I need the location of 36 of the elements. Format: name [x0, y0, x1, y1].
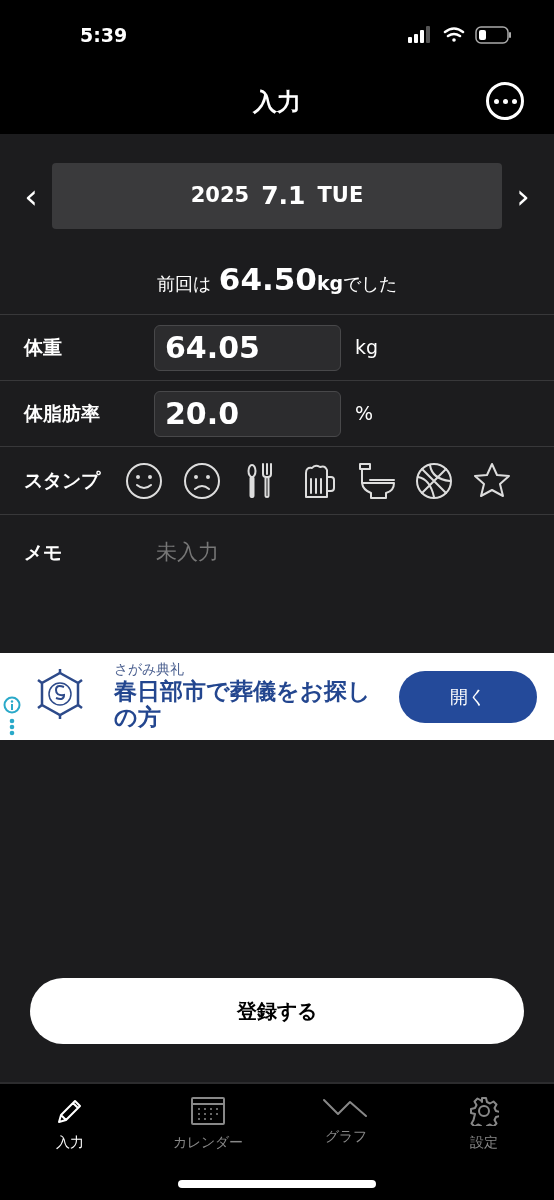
unit-label: % — [355, 401, 374, 427]
smiley-face-icon[interactable] — [124, 460, 164, 501]
tab-bar-item[interactable]: グラフ — [277, 1084, 415, 1200]
unit-label: kg — [355, 335, 379, 361]
sad-face-icon[interactable] — [182, 460, 222, 501]
basketball-icon[interactable] — [414, 460, 454, 501]
more-button[interactable] — [486, 82, 524, 120]
field-label: 体脂肪率 — [24, 401, 101, 427]
screen-title: 入力 — [253, 87, 301, 118]
stamp-label: スタンプ — [24, 468, 102, 494]
register-button[interactable]: 登録する — [30, 978, 524, 1044]
signal-icon — [408, 26, 430, 43]
ad-headline: 春日部市で葬儀をお探しの方 — [114, 677, 372, 731]
status-time: 5:39 — [80, 22, 128, 48]
tab-bar-item[interactable]: 設定 — [415, 1084, 553, 1200]
previous-weight-text: 前回は 64.50kgでした — [156, 259, 398, 299]
input-field[interactable]: 20.0 — [154, 390, 341, 437]
next-day-button[interactable]: › — [512, 179, 534, 213]
calendar-icon — [190, 1096, 226, 1126]
options-icon[interactable] — [9, 718, 15, 736]
memo-label: メモ — [24, 540, 63, 566]
battery-icon — [475, 26, 511, 44]
previous-day-button[interactable]: ‹ — [20, 179, 42, 213]
open-button[interactable]: 開く — [399, 670, 537, 723]
tab-bar-item[interactable]: カレンダー — [139, 1084, 277, 1200]
memo-field[interactable]: 未入力 — [154, 535, 530, 570]
info-icon[interactable] — [3, 696, 21, 714]
tab-bar-item[interactable]: 入力 — [1, 1084, 139, 1200]
date-display[interactable]: 2025 7.1 TUE — [52, 163, 502, 229]
input-field[interactable]: 64.05 — [154, 324, 341, 371]
gear-icon — [469, 1096, 499, 1126]
line-graph-icon — [322, 1096, 370, 1120]
toilet-icon[interactable] — [356, 460, 396, 501]
advertiser-name: さがみ典礼 — [114, 662, 185, 678]
field-label: 体重 — [24, 335, 63, 361]
wifi-icon — [443, 27, 465, 42]
